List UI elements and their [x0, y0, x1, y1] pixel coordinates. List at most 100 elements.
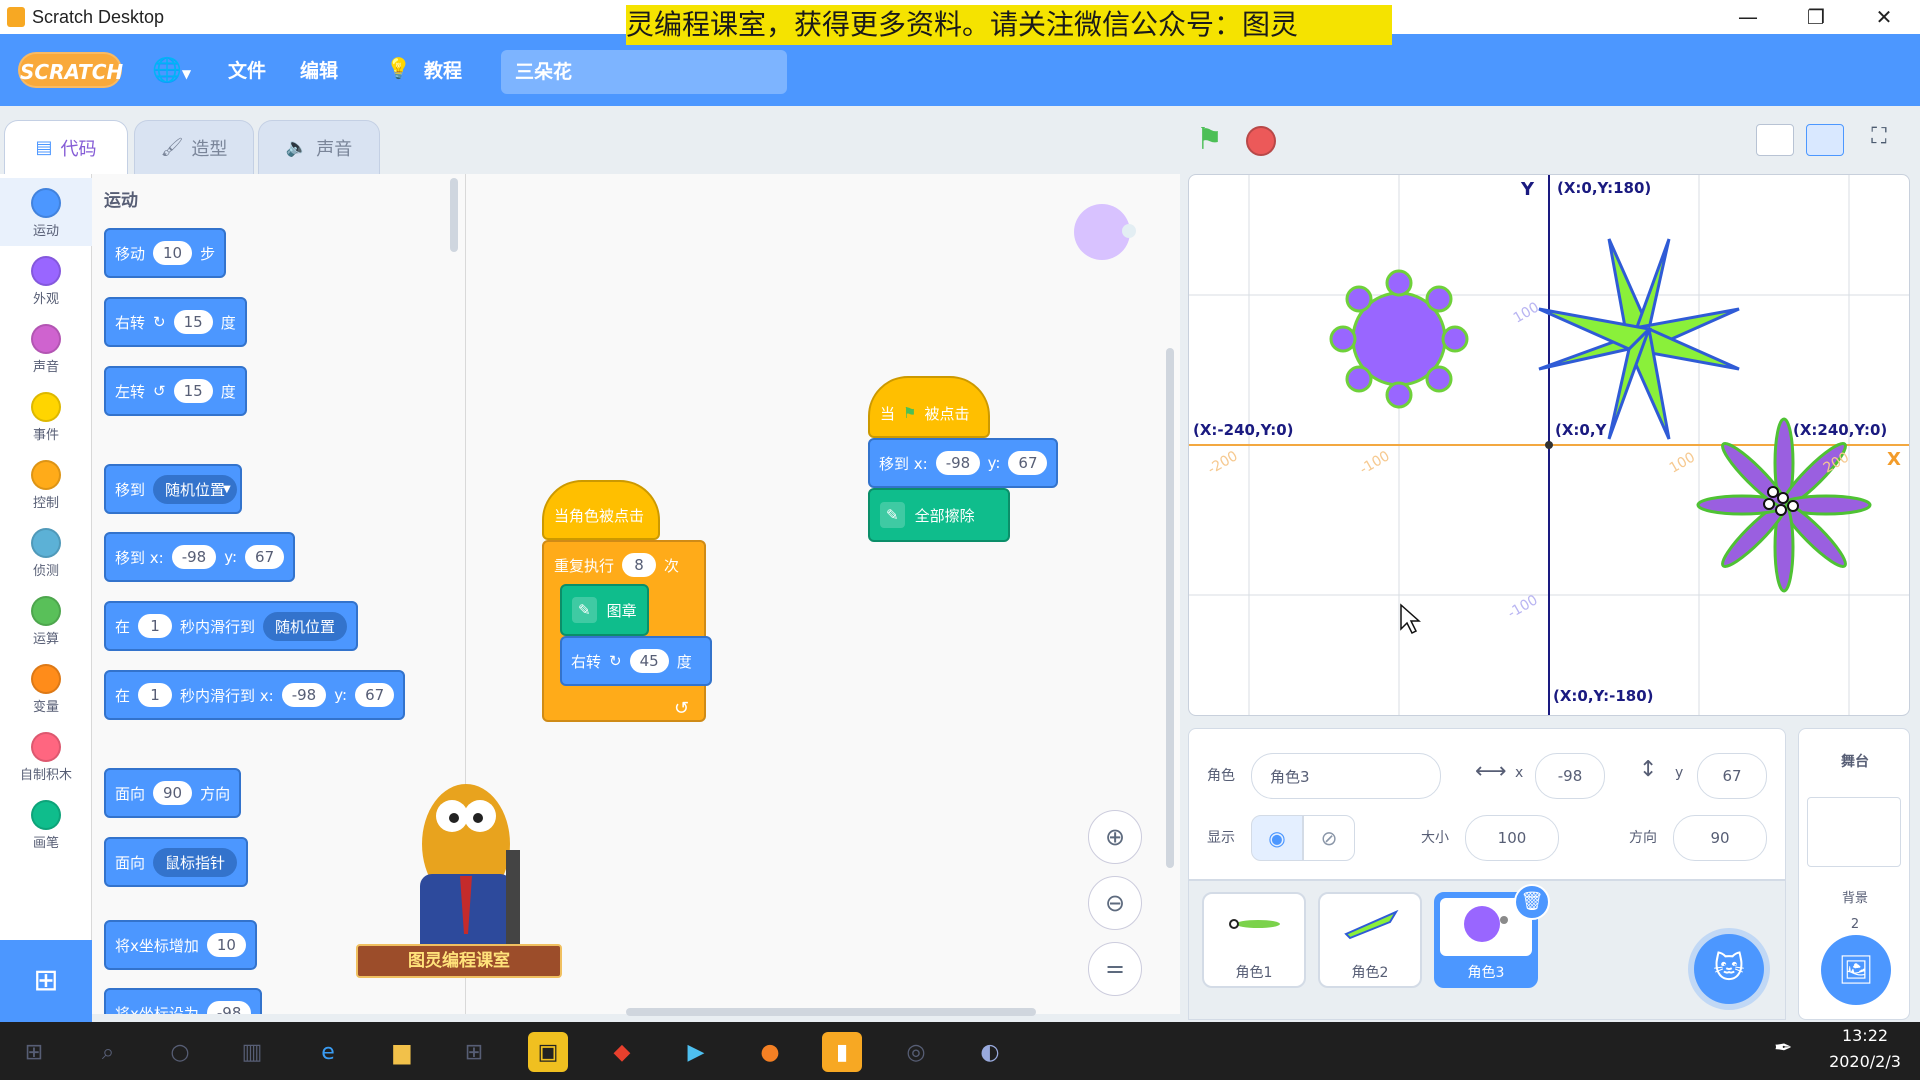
- block-glide-xy[interactable]: 在 1 秒内滑行到 x: -98 y: 67: [104, 670, 406, 720]
- block-turn-right[interactable]: 右转 ↻ 15 度: [104, 297, 247, 347]
- block-input[interactable]: 10: [153, 241, 193, 265]
- block-input[interactable]: 67: [245, 545, 285, 569]
- small-stage-button[interactable]: [1756, 124, 1794, 156]
- green-flag-button[interactable]: ⚑: [1196, 122, 1223, 157]
- language-globe-icon[interactable]: 🌐▼: [152, 56, 204, 86]
- firefox-icon[interactable]: ●: [750, 1032, 790, 1072]
- x-input[interactable]: -98: [1535, 753, 1605, 799]
- block-set-x[interactable]: 将x坐标设为 -98: [104, 988, 263, 1014]
- search-icon[interactable]: ⌕: [88, 1032, 128, 1072]
- block-point-towards[interactable]: 面向 鼠标指针: [104, 837, 249, 887]
- block-dropdown[interactable]: 随机位置: [263, 611, 348, 641]
- menu-tutorials[interactable]: 教程: [424, 58, 462, 84]
- scratch-logo[interactable]: SCRATCH: [18, 52, 123, 88]
- tab-code[interactable]: ▤ 代码: [4, 120, 128, 174]
- sprite-card-2[interactable]: 角色2: [1318, 892, 1422, 988]
- block-goto-xy-script[interactable]: 移到 x: -98 y: 67: [868, 438, 1058, 488]
- category-3[interactable]: 事件: [0, 382, 92, 450]
- category-6[interactable]: 运算: [0, 586, 92, 654]
- menu-file[interactable]: 文件: [228, 58, 266, 84]
- block-turn-left[interactable]: 左转 ↺ 15 度: [104, 366, 247, 416]
- block-input[interactable]: 45: [629, 649, 669, 673]
- menu-edit[interactable]: 编辑: [300, 58, 338, 84]
- block-clear[interactable]: ✎ 全部擦除: [868, 488, 1010, 542]
- block-input[interactable]: 15: [173, 310, 213, 334]
- scratch-taskbar-icon[interactable]: ▮: [822, 1032, 862, 1072]
- block-input[interactable]: 8: [622, 553, 657, 577]
- block-input[interactable]: -98: [171, 545, 217, 569]
- block-input[interactable]: 1: [138, 683, 173, 707]
- block-dropdown[interactable]: 鼠标指针: [153, 847, 238, 877]
- block-move-steps[interactable]: 移动 10 步: [104, 228, 227, 278]
- block-when-sprite-clicked[interactable]: 当角色被点击: [542, 480, 660, 540]
- pen-workspace-icon[interactable]: ✒: [1774, 1036, 1792, 1061]
- block-input[interactable]: 15: [173, 379, 213, 403]
- app-icon-3[interactable]: ◐: [970, 1032, 1010, 1072]
- block-input[interactable]: 10: [206, 933, 246, 957]
- category-1[interactable]: 外观: [0, 246, 92, 314]
- category-8[interactable]: 自制积木: [0, 722, 92, 790]
- block-input[interactable]: 67: [1008, 451, 1047, 475]
- show-visible-button[interactable]: ◉: [1251, 815, 1303, 861]
- stage-canvas[interactable]: Y X (X:0,Y:180) (X:0,Y:-180) (X:-240,Y:0…: [1188, 174, 1910, 716]
- fullscreen-button[interactable]: ⛶: [1860, 124, 1898, 156]
- file-explorer-icon[interactable]: ▆: [382, 1032, 422, 1072]
- media-player-icon[interactable]: ▶: [676, 1032, 716, 1072]
- block-point-direction[interactable]: 面向 90 方向: [104, 768, 242, 818]
- scripts-workspace[interactable]: 当角色被点击 重复执行 8 次 ↺ ✎ 图章 右转 ↻ 45 度 当 ⚑ 被点击 移到 x: -9…: [356, 174, 1180, 1016]
- category-4[interactable]: 控制: [0, 450, 92, 518]
- block-input[interactable]: -98: [935, 451, 980, 475]
- app-icon-2[interactable]: ◆: [602, 1032, 642, 1072]
- tab-sounds[interactable]: 🔈 声音: [258, 120, 380, 174]
- restore-button[interactable]: ❐: [1782, 0, 1850, 34]
- normal-stage-button[interactable]: [1806, 124, 1844, 156]
- block-stamp[interactable]: ✎ 图章: [560, 584, 649, 636]
- block-input[interactable]: 1: [138, 614, 173, 638]
- tab-costumes[interactable]: 🖌 造型: [134, 120, 254, 174]
- add-extension-button[interactable]: ⊞: [0, 940, 92, 1022]
- overlay-banner: 灵编程课室，获得更多资料。请关注微信公众号：图灵: [626, 5, 1392, 45]
- add-sprite-button[interactable]: 🐱: [1694, 934, 1764, 1004]
- y-input[interactable]: 67: [1697, 753, 1767, 799]
- obs-icon[interactable]: ◎: [896, 1032, 936, 1072]
- zoom-reset-button[interactable]: =: [1088, 942, 1142, 996]
- start-menu-icon[interactable]: ⊞: [14, 1032, 54, 1072]
- size-input[interactable]: 100: [1465, 815, 1559, 861]
- stage-selector-panel[interactable]: 舞台 背景 2 🖼: [1798, 728, 1910, 1020]
- direction-input[interactable]: 90: [1673, 815, 1767, 861]
- stop-button[interactable]: [1246, 126, 1276, 156]
- delete-sprite-button[interactable]: 🗑: [1514, 884, 1550, 920]
- edge-browser-icon[interactable]: e: [308, 1032, 348, 1072]
- zoom-in-button[interactable]: ⊕: [1088, 810, 1142, 864]
- block-input[interactable]: -98: [281, 683, 327, 707]
- block-input[interactable]: 90: [153, 781, 193, 805]
- vertical-scrollbar[interactable]: [1166, 348, 1174, 868]
- category-0[interactable]: 运动: [0, 178, 92, 246]
- sprite-card-1[interactable]: 角色1: [1202, 892, 1306, 988]
- store-icon[interactable]: ⊞: [454, 1032, 494, 1072]
- palette-scrollbar[interactable]: [450, 178, 458, 252]
- sprite-name-input[interactable]: 角色3: [1251, 753, 1441, 799]
- category-5[interactable]: 侦测: [0, 518, 92, 586]
- category-9[interactable]: 画笔: [0, 790, 92, 858]
- horizontal-scrollbar[interactable]: [626, 1008, 1036, 1016]
- block-glide-to[interactable]: 在 1 秒内滑行到 随机位置: [104, 601, 359, 651]
- minimize-button[interactable]: —: [1714, 0, 1782, 34]
- show-hidden-button[interactable]: ⊘: [1303, 815, 1355, 861]
- block-goto[interactable]: 移到 随机位置 ▼: [104, 464, 242, 514]
- close-button[interactable]: ✕: [1850, 0, 1918, 34]
- block-goto-xy[interactable]: 移到 x: -98 y: 67: [104, 532, 296, 582]
- category-7[interactable]: 变量: [0, 654, 92, 722]
- zoom-out-button[interactable]: ⊖: [1088, 876, 1142, 930]
- block-input[interactable]: -98: [206, 1001, 252, 1014]
- block-change-x[interactable]: 将x坐标增加 10: [104, 920, 257, 970]
- add-backdrop-button[interactable]: 🖼: [1821, 935, 1891, 1005]
- block-turn-right-script[interactable]: 右转 ↻ 45 度: [560, 636, 712, 686]
- project-title-input[interactable]: 三朵花: [501, 50, 787, 94]
- category-2[interactable]: 声音: [0, 314, 92, 382]
- app-icon-1[interactable]: ▣: [528, 1032, 568, 1072]
- cortana-icon[interactable]: ○: [160, 1032, 200, 1072]
- task-view-icon[interactable]: ▥: [232, 1032, 272, 1072]
- block-when-flag-clicked[interactable]: 当 ⚑ 被点击: [868, 376, 990, 438]
- block-input[interactable]: 67: [355, 683, 395, 707]
